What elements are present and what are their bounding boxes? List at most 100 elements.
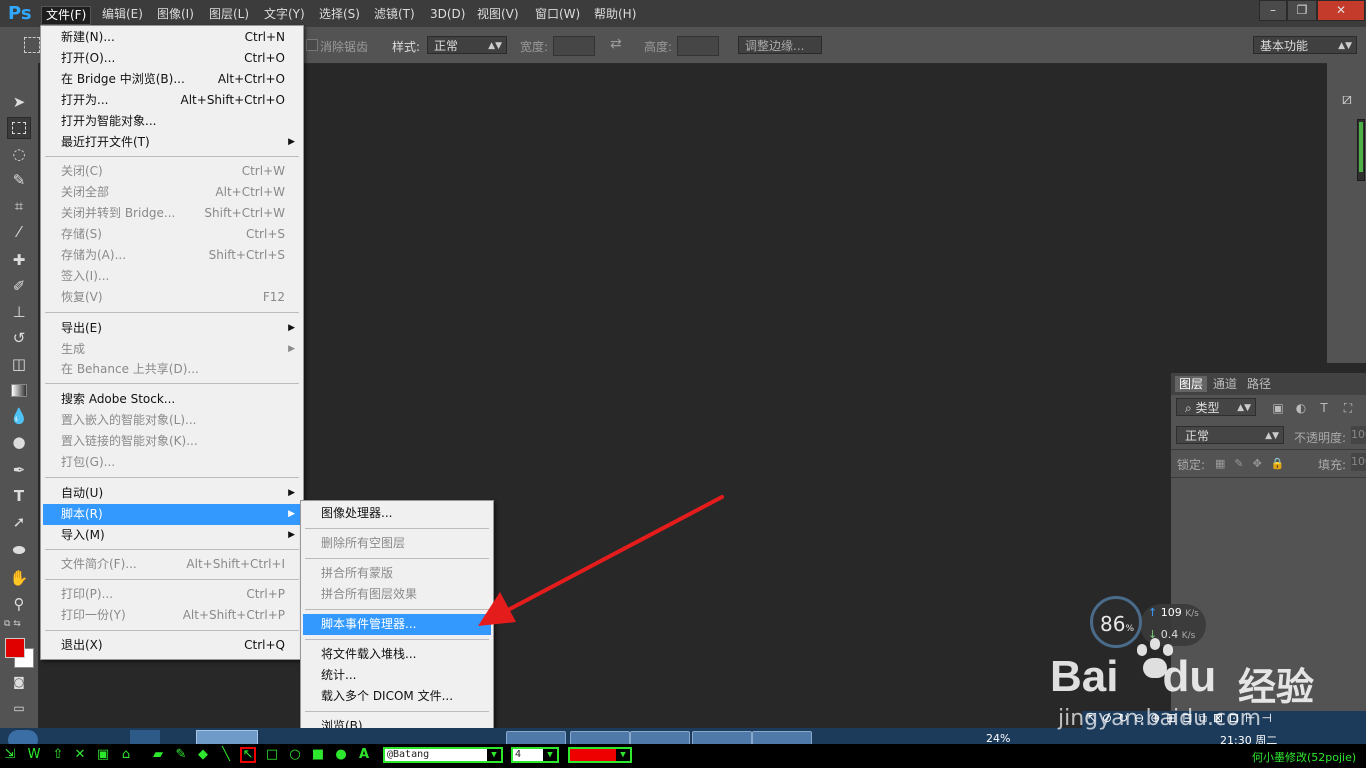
menu-item-print[interactable]: 打印(P)... Ctrl+P <box>43 584 301 605</box>
menu-image[interactable]: 图像(I) <box>153 6 198 23</box>
menu-item-exit[interactable]: 退出(X) Ctrl+Q <box>43 635 301 656</box>
restore-button[interactable]: ❐ <box>1287 0 1317 21</box>
menu-item-open[interactable]: 打开(O)... Ctrl+O <box>43 48 301 69</box>
scrollbar-thumb[interactable] <box>1359 122 1363 172</box>
menu-item-close-all[interactable]: 关闭全部 Alt+Ctrl+W <box>43 182 301 203</box>
menu-item-check-in[interactable]: 签入(I)... <box>43 266 301 287</box>
layer-filter-select[interactable]: ⌕ 类型 ▲▼ <box>1176 398 1256 416</box>
history-brush-tool-icon[interactable]: ↺ <box>7 327 31 349</box>
menu-item-scripts[interactable]: 脚本(R) ▶ <box>43 504 301 525</box>
blur-tool-icon[interactable]: 💧 <box>7 405 31 427</box>
menu-layer[interactable]: 图层(L) <box>205 6 253 23</box>
menu-select[interactable]: 选择(S) <box>315 6 364 23</box>
menu-window[interactable]: 窗口(W) <box>531 6 584 23</box>
hand-tool-icon[interactable]: ✋ <box>7 567 31 589</box>
blend-mode-select[interactable]: 正常 ▲▼ <box>1176 426 1284 444</box>
menu-item-script-events-manager[interactable]: 脚本事件管理器... <box>303 614 491 635</box>
menu-item-flatten-layer-effects[interactable]: 拼合所有图层效果 <box>303 584 491 605</box>
save-icon[interactable]: ▣ <box>95 747 111 763</box>
tab-layers[interactable]: 图层 <box>1175 376 1208 392</box>
zoom-tool-icon[interactable]: ⚲ <box>7 593 31 615</box>
marquee-icon[interactable] <box>24 37 40 53</box>
size-select[interactable]: 4 ▼ <box>511 747 559 763</box>
screen-mode-icon[interactable]: ▭ <box>7 697 31 719</box>
menu-item-place-embedded[interactable]: 置入嵌入的智能对象(L)... <box>43 410 301 431</box>
ellipse-icon[interactable]: ○ <box>287 747 303 763</box>
rect-marquee-tool-icon[interactable] <box>7 117 31 139</box>
height-input[interactable] <box>677 36 719 56</box>
menu-item-revert[interactable]: 恢复(V) F12 <box>43 287 301 308</box>
brush-tool-icon[interactable]: ✐ <box>7 275 31 297</box>
opacity-input[interactable]: 100 <box>1351 426 1366 444</box>
panel-scrollbar[interactable] <box>1357 119 1365 181</box>
antialias-checkbox[interactable] <box>306 39 318 51</box>
shape-filter-icon[interactable]: ⛶ <box>1341 401 1355 415</box>
filled-rectangle-icon[interactable]: ■ <box>310 747 326 763</box>
folder-icon[interactable]: ⌂ <box>118 747 134 763</box>
healing-brush-tool-icon[interactable]: ✚ <box>7 249 31 271</box>
menu-item-load-dicom[interactable]: 载入多个 DICOM 文件... <box>303 686 491 707</box>
menu-item-close-go-bridge[interactable]: 关闭并转到 Bridge... Shift+Ctrl+W <box>43 203 301 224</box>
word-tool-icon[interactable]: W <box>26 747 42 763</box>
tab-paths[interactable]: 路径 <box>1243 376 1275 392</box>
path-select-tool-icon[interactable]: ➚ <box>7 511 31 533</box>
quick-select-tool-icon[interactable]: ✎ <box>7 169 31 191</box>
fill-input[interactable]: 100 <box>1351 453 1366 471</box>
menu-item-print-one[interactable]: 打印一份(Y) Alt+Shift+Ctrl+P <box>43 605 301 626</box>
menu-item-statistics[interactable]: 统计... <box>303 665 491 686</box>
menu-item-share-behance[interactable]: 在 Behance 上共享(D)... <box>43 359 301 380</box>
menu-item-import[interactable]: 导入(M) ▶ <box>43 525 301 546</box>
workspace-select[interactable]: 基本功能 ▲▼ <box>1253 36 1357 54</box>
filled-ellipse-icon[interactable]: ● <box>333 747 349 763</box>
menu-item-image-processor[interactable]: 图像处理器... <box>303 503 491 524</box>
menu-item-automate[interactable]: 自动(U) ▶ <box>43 483 301 504</box>
up-arrow-icon[interactable]: ⇧ <box>50 747 66 763</box>
width-input[interactable] <box>553 36 595 56</box>
eraser-tool-icon[interactable]: ◫ <box>7 353 31 375</box>
line-icon[interactable]: ╲ <box>218 747 234 763</box>
menu-item-load-files-stack[interactable]: 将文件载入堆栈... <box>303 644 491 665</box>
menu-type[interactable]: 文字(Y) <box>260 6 309 23</box>
menu-filter[interactable]: 滤镜(T) <box>370 6 419 23</box>
default-colors-icon[interactable]: ⧉ ⇆ <box>4 619 21 629</box>
refine-edge-button[interactable]: 调整边缘... <box>738 36 822 54</box>
menu-item-new[interactable]: 新建(N)... Ctrl+N <box>43 27 301 48</box>
menu-item-recent-files[interactable]: 最近打开文件(T) ▶ <box>43 132 301 153</box>
swap-icon[interactable]: ⇄ <box>610 36 622 52</box>
menu-help[interactable]: 帮助(H) <box>590 6 640 23</box>
menu-item-close[interactable]: 关闭(C) Ctrl+W <box>43 161 301 182</box>
color-select[interactable]: ▼ <box>568 747 632 763</box>
eyedropper-tool-icon[interactable]: ⁄ <box>7 221 31 243</box>
arrow-tool-icon[interactable]: ↖ <box>240 747 256 763</box>
adjustment-filter-icon[interactable]: ◐ <box>1294 401 1308 415</box>
dodge-tool-icon[interactable]: ● <box>7 431 31 453</box>
pencil-icon[interactable]: ✎ <box>173 747 189 763</box>
close-button[interactable]: ✕ <box>1317 0 1365 21</box>
text-tool-icon[interactable]: A <box>356 747 372 763</box>
menu-item-place-linked[interactable]: 置入链接的智能对象(K)... <box>43 431 301 452</box>
fill-icon[interactable]: ◆ <box>195 747 211 763</box>
menu-file[interactable]: 文件(F) <box>41 6 92 25</box>
eraser-icon[interactable]: ▰ <box>150 747 166 763</box>
menu-item-browse-bridge[interactable]: 在 Bridge 中浏览(B)... Alt+Ctrl+O <box>43 69 301 90</box>
menu-item-package[interactable]: 打包(G)... <box>43 452 301 473</box>
cursor-tool-icon[interactable]: ⇲ <box>2 747 18 763</box>
menu-edit[interactable]: 编辑(E) <box>98 6 147 23</box>
pixel-filter-icon[interactable]: ▣ <box>1271 401 1285 415</box>
menu-item-save-as[interactable]: 存储为(A)... Shift+Ctrl+S <box>43 245 301 266</box>
menu-item-save[interactable]: 存储(S) Ctrl+S <box>43 224 301 245</box>
type-tool-icon[interactable]: T <box>7 485 31 507</box>
crop-tool-icon[interactable]: ⌗ <box>7 195 31 217</box>
menu-item-generate[interactable]: 生成 ▶ <box>43 339 301 360</box>
menu-item-open-smart-object[interactable]: 打开为智能对象... <box>43 111 301 132</box>
menu-item-search-stock[interactable]: 搜索 Adobe Stock... <box>43 389 301 410</box>
style-select[interactable]: 正常 ▲▼ <box>427 36 507 54</box>
ellipse-tool-icon[interactable]: ⬬ <box>7 539 31 561</box>
panel-toggle-icon[interactable]: ⧄ <box>1337 89 1357 109</box>
tab-channels[interactable]: 通道 <box>1209 376 1241 392</box>
lasso-tool-icon[interactable]: ◌ <box>7 143 31 165</box>
foreground-color-swatch[interactable] <box>5 638 25 658</box>
lock-icons[interactable]: ▦✎✥🔒 <box>1215 457 1294 470</box>
menu-view[interactable]: 视图(V) <box>473 6 523 23</box>
minimize-button[interactable]: – <box>1259 0 1287 21</box>
